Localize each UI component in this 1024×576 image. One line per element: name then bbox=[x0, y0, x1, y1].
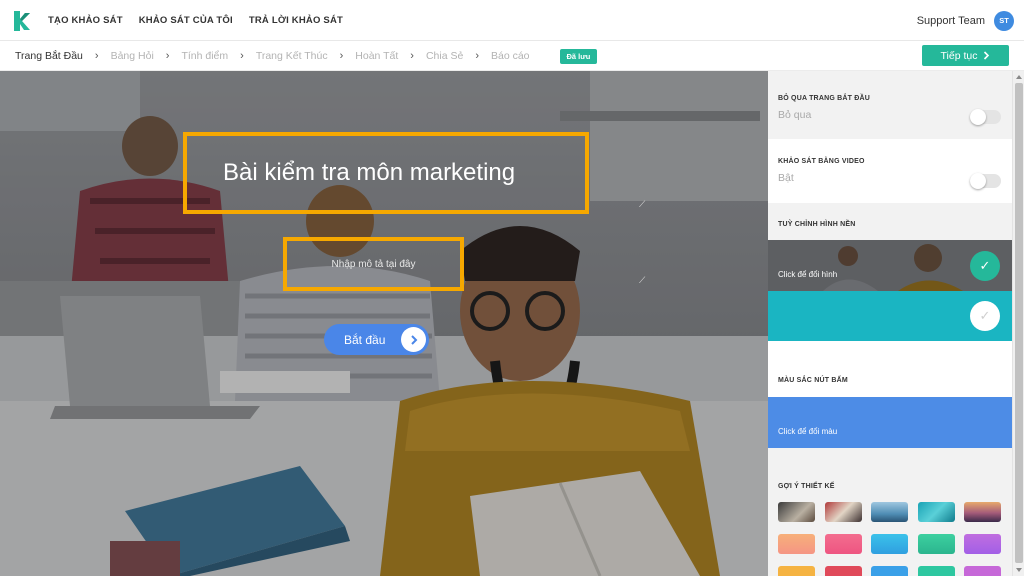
design-suggestion-teal-wave[interactable] bbox=[918, 502, 955, 522]
chevron-right-icon: › bbox=[339, 50, 344, 62]
video-survey-title: KHẢO SÁT BẰNG VIDEO bbox=[778, 158, 865, 165]
background-image-caption: Click để đổi hình bbox=[778, 270, 838, 279]
survey-description-field[interactable]: Nhập mô tả tại đây bbox=[283, 237, 464, 291]
color-swatch[interactable] bbox=[918, 566, 955, 576]
design-suggestion-ocean[interactable] bbox=[871, 502, 908, 522]
skip-start-toggle[interactable] bbox=[970, 109, 1001, 125]
avatar[interactable]: ST bbox=[994, 10, 1014, 31]
step-scoring[interactable]: Tính điểm bbox=[181, 50, 228, 62]
video-survey-section: KHẢO SÁT BẰNG VIDEO Bật bbox=[768, 139, 1012, 203]
video-survey-label: Bật bbox=[778, 172, 794, 184]
background-image-option[interactable]: Click để đổi hình ✓ bbox=[768, 240, 1012, 291]
color-swatch[interactable] bbox=[964, 534, 1001, 554]
design-suggestion-classroom[interactable] bbox=[778, 502, 815, 522]
scrollbar-thumb[interactable] bbox=[1015, 83, 1023, 563]
color-swatch[interactable] bbox=[778, 566, 815, 576]
step-bar: Trang Bắt Đầu › Bảng Hỏi › Tính điểm › T… bbox=[0, 41, 1024, 71]
design-suggestions-section: GỢI Ý THIẾT KẾ bbox=[768, 448, 1012, 576]
color-swatch[interactable] bbox=[918, 534, 955, 554]
resize-handle-icon[interactable]: ⟋ bbox=[639, 199, 645, 210]
color-swatch[interactable] bbox=[778, 534, 815, 554]
panel-scrollbar[interactable] bbox=[1012, 71, 1024, 576]
continue-button-label: Tiếp tục bbox=[940, 49, 978, 62]
nav-create-survey[interactable]: TẠO KHẢO SÁT bbox=[48, 15, 123, 26]
survey-title-field[interactable]: Bài kiểm tra môn marketing bbox=[183, 132, 589, 214]
start-button[interactable]: Bắt đầu bbox=[324, 324, 429, 355]
skip-start-section: BỎ QUA TRANG BẮT ĐẦU Bỏ qua bbox=[768, 71, 1012, 139]
step-questionnaire[interactable]: Bảng Hỏi bbox=[111, 50, 154, 62]
survey-title: Bài kiểm tra môn marketing bbox=[223, 159, 516, 186]
step-report[interactable]: Báo cáo bbox=[491, 50, 530, 62]
color-swatch[interactable] bbox=[825, 534, 862, 554]
color-swatch[interactable] bbox=[825, 566, 862, 576]
color-swatch[interactable] bbox=[964, 566, 1001, 576]
resize-handle-icon[interactable]: ⟋ bbox=[639, 275, 645, 286]
settings-panel: BỎ QUA TRANG BẮT ĐẦU Bỏ qua KHẢO SÁT BẰN… bbox=[768, 71, 1012, 576]
chevron-right-icon: › bbox=[165, 50, 170, 62]
scroll-down-icon[interactable] bbox=[1016, 568, 1022, 572]
chevron-right-icon: › bbox=[410, 50, 414, 62]
check-icon: ✓ bbox=[970, 251, 1000, 281]
video-survey-toggle[interactable] bbox=[970, 173, 1001, 189]
top-navbar: TẠO KHẢO SÁT KHẢO SÁT CỦA TÔI TRẢ LỜI KH… bbox=[0, 0, 1024, 41]
button-color-picker[interactable]: Click để đổi màu bbox=[768, 397, 1012, 448]
scroll-up-icon[interactable] bbox=[1016, 75, 1022, 79]
skip-start-label: Bỏ qua bbox=[778, 109, 812, 121]
background-color-option[interactable]: ✓ bbox=[768, 291, 1012, 341]
logo-icon[interactable] bbox=[11, 10, 31, 32]
chevron-right-icon bbox=[401, 327, 426, 352]
chevron-right-icon bbox=[984, 51, 990, 60]
user-name[interactable]: Support Team bbox=[917, 15, 985, 27]
toggle-knob bbox=[970, 109, 986, 125]
chevron-right-icon: › bbox=[475, 50, 479, 62]
check-icon: ✓ bbox=[970, 301, 1000, 331]
chevron-right-icon: › bbox=[240, 50, 244, 62]
design-suggestion-sunset[interactable] bbox=[964, 502, 1001, 522]
toggle-knob bbox=[970, 173, 986, 189]
button-color-title: MÀU SẮC NÚT BẤM bbox=[778, 377, 848, 384]
color-swatch[interactable] bbox=[871, 534, 908, 554]
step-complete[interactable]: Hoàn Tất bbox=[355, 50, 398, 62]
background-title: TUỲ CHỈNH HÌNH NỀN bbox=[778, 221, 856, 228]
design-suggestions-title: GỢI Ý THIẾT KẾ bbox=[778, 483, 835, 490]
design-suggestion-people[interactable] bbox=[825, 502, 862, 522]
description-placeholder: Nhập mô tả tại đây bbox=[331, 258, 416, 270]
step-share[interactable]: Chia Sẻ bbox=[426, 50, 463, 62]
start-button-label: Bắt đầu bbox=[344, 332, 386, 347]
start-page-preview: Bài kiểm tra môn marketing ⟋ Nhập mô tả … bbox=[0, 71, 768, 576]
step-end-page[interactable]: Trang Kết Thúc bbox=[256, 50, 328, 62]
main-nav: TẠO KHẢO SÁT KHẢO SÁT CỦA TÔI TRẢ LỜI KH… bbox=[48, 0, 343, 41]
chevron-right-icon: › bbox=[94, 50, 99, 62]
breadcrumb: Trang Bắt Đầu › Bảng Hỏi › Tính điểm › T… bbox=[15, 41, 598, 71]
user-menu[interactable]: Support Team ST bbox=[917, 0, 1014, 41]
skip-start-title: BỎ QUA TRANG BẮT ĐẦU bbox=[778, 95, 871, 102]
button-color-section: MÀU SẮC NÚT BẤM bbox=[768, 341, 1012, 397]
step-start-page[interactable]: Trang Bắt Đầu bbox=[15, 50, 83, 62]
saved-badge: Đã lưu bbox=[559, 48, 598, 64]
nav-my-surveys[interactable]: KHẢO SÁT CỦA TÔI bbox=[139, 15, 233, 26]
continue-button[interactable]: Tiếp tục bbox=[922, 45, 1009, 66]
color-swatch[interactable] bbox=[871, 566, 908, 576]
background-section-header: TUỲ CHỈNH HÌNH NỀN bbox=[768, 203, 1012, 240]
button-color-caption: Click để đổi màu bbox=[778, 427, 838, 436]
nav-answer-surveys[interactable]: TRẢ LỜI KHẢO SÁT bbox=[249, 15, 343, 26]
